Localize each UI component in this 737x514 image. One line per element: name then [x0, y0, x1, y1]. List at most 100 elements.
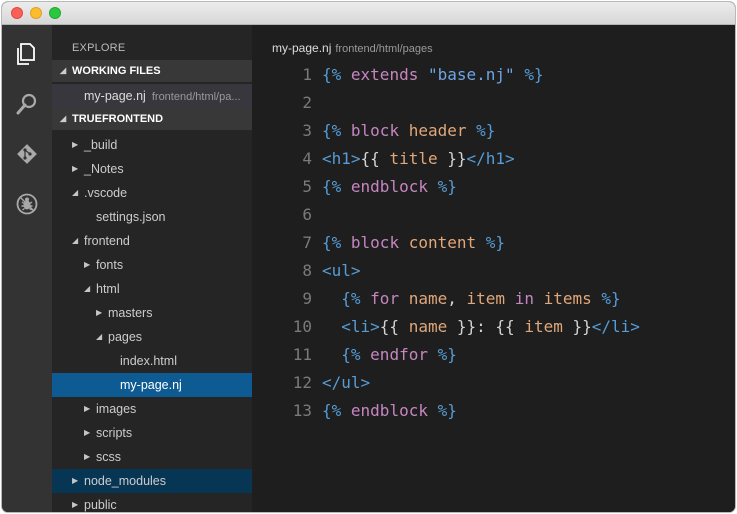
code-line[interactable]: 1 {% extends "base.nj" %}: [252, 61, 735, 89]
tree-folder-item[interactable]: ▶ fonts: [52, 253, 252, 277]
chevron-right-icon[interactable]: ▶: [84, 253, 90, 277]
project-header[interactable]: ◢ TRUEFRONTEND: [52, 108, 252, 130]
code-line[interactable]: 8 <ul>: [252, 257, 735, 285]
line-number: 8: [302, 261, 312, 280]
code-token: endblock: [350, 177, 428, 196]
line-source: {% endfor %}: [322, 341, 457, 369]
code-line[interactable]: 6: [252, 201, 735, 229]
code-token: item: [524, 317, 563, 336]
chevron-right-icon[interactable]: ▶: [72, 493, 78, 512]
search-button[interactable]: [12, 89, 42, 119]
working-file-name: my-page.nj: [84, 89, 146, 103]
code-token: item: [466, 289, 506, 308]
tree-item-label: .vscode: [84, 186, 128, 200]
minimize-window-button[interactable]: [30, 7, 42, 19]
chevron-right-icon[interactable]: ▶: [84, 397, 90, 421]
code-line[interactable]: 5 {% endblock %}: [252, 173, 735, 201]
code-token: header: [408, 121, 467, 140]
chevron-right-icon[interactable]: ▶: [72, 469, 78, 493]
chevron-down-icon[interactable]: ◢: [84, 277, 90, 301]
code-token: %}: [427, 345, 457, 364]
debug-button[interactable]: [12, 189, 42, 219]
code-token: </ul>: [322, 373, 371, 392]
tree-folder-item[interactable]: ◢ .vscode: [52, 181, 252, 205]
code-token: <ul>: [322, 261, 361, 280]
tree-item-label: scss: [96, 450, 121, 464]
code-line[interactable]: 4 <h1>{{ title }}</h1>: [252, 145, 735, 173]
code-line[interactable]: 11 {% endfor %}: [252, 341, 735, 369]
tree-folder-item[interactable]: ▶ scripts: [52, 421, 252, 445]
line-source: {% extends "base.nj" %}: [322, 61, 544, 89]
tree-folder-item[interactable]: ◢ pages: [52, 325, 252, 349]
chevron-right-icon[interactable]: ▶: [96, 301, 102, 325]
chevron-right-icon[interactable]: ▶: [72, 157, 78, 181]
tree-file-item[interactable]: index.html: [52, 349, 252, 373]
chevron-down-icon[interactable]: ◢: [72, 229, 78, 253]
tree-item-label: frontend: [84, 234, 130, 248]
line-number: 2: [302, 93, 312, 112]
line-number: 11: [292, 345, 312, 364]
code-token: {%: [322, 401, 351, 420]
tree-item-label: public: [84, 498, 117, 512]
tree-folder-item[interactable]: ▶ _Notes: [52, 157, 252, 181]
code-token: %}: [476, 233, 506, 252]
tree-item-label: _build: [84, 138, 118, 152]
code-token: block: [350, 121, 400, 140]
code-token: <li>: [341, 317, 380, 336]
close-window-button[interactable]: [11, 7, 23, 19]
line-source: {% block content %}: [322, 229, 505, 257]
code-token: :: [476, 317, 496, 336]
chevron-down-icon[interactable]: ◢: [72, 181, 78, 205]
tree-folder-item[interactable]: ◢ html: [52, 277, 252, 301]
tree-item-label: images: [96, 402, 137, 416]
tree-folder-item[interactable]: ▶ public: [52, 493, 252, 512]
tree-item-label: _Notes: [84, 162, 124, 176]
line-source: </ul>: [322, 369, 370, 397]
tree-item-label: index.html: [120, 354, 177, 368]
explorer-button[interactable]: [12, 39, 42, 69]
tree-folder-item[interactable]: ▶ scss: [52, 445, 252, 469]
title-bar: [2, 2, 735, 25]
code-line[interactable]: 2: [252, 89, 735, 117]
code-editor[interactable]: my-page.nj frontend/html/pages 1 {% extend…: [252, 25, 735, 512]
zoom-window-button[interactable]: [49, 7, 61, 19]
files-icon: [17, 43, 35, 65]
tree-folder-item[interactable]: ◢ frontend: [52, 229, 252, 253]
code-token: }}: [562, 317, 592, 336]
tree-folder-item[interactable]: ▶ images: [52, 397, 252, 421]
code-token: endfor: [370, 345, 428, 364]
chevron-right-icon[interactable]: ▶: [72, 133, 78, 157]
code-line[interactable]: 9 {% for name, item in items %}: [252, 285, 735, 313]
code-line[interactable]: 3 {% block header %}: [252, 117, 735, 145]
code-token: %}: [427, 177, 457, 196]
code-token: in: [514, 289, 534, 308]
code-line[interactable]: 13 {% endblock %}: [252, 397, 735, 425]
explorer-sidebar: EXPLORE ◢ WORKING FILES my-page.nj fronte…: [52, 25, 252, 512]
code-line[interactable]: 10 <li>{{ name }}: {{ item }}</li>: [252, 313, 735, 341]
code-token: "base.nj": [427, 65, 515, 84]
chevron-down-icon[interactable]: ◢: [96, 325, 102, 349]
tree-file-item[interactable]: settings.json: [52, 205, 252, 229]
working-file-item[interactable]: my-page.nj frontend/html/pa...: [52, 84, 252, 108]
line-source: {% block header %}: [322, 117, 495, 145]
code-token: %}: [591, 289, 621, 308]
code-line[interactable]: 7 {% block content %}: [252, 229, 735, 257]
chevron-right-icon[interactable]: ▶: [84, 445, 90, 469]
tree-folder-item[interactable]: ▶ node_modules: [52, 469, 252, 493]
git-button[interactable]: [12, 139, 42, 169]
code-token: %}: [514, 65, 544, 84]
working-file-path: frontend/html/pa...: [151, 91, 241, 103]
tree-folder-item[interactable]: ▶ masters: [52, 301, 252, 325]
working-files-header[interactable]: ◢ WORKING FILES: [52, 60, 252, 82]
code-line[interactable]: 12 </ul>: [252, 369, 735, 397]
tree-file-item[interactable]: my-page.nj: [52, 373, 252, 397]
line-source: <h1>{{ title }}</h1>: [322, 145, 515, 173]
chevron-right-icon[interactable]: ▶: [84, 421, 90, 445]
tree-folder-item[interactable]: ▶ _build: [52, 133, 252, 157]
code-token: }}: [437, 149, 467, 168]
working-files-label: WORKING FILES: [72, 65, 161, 77]
